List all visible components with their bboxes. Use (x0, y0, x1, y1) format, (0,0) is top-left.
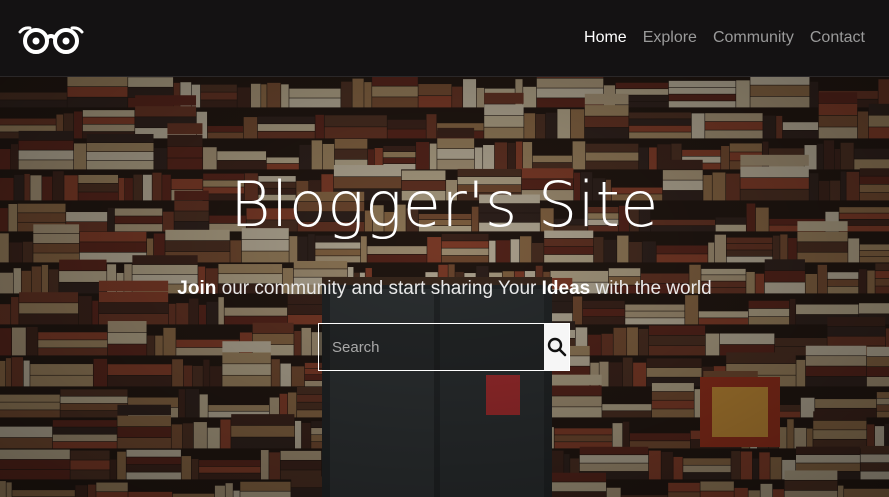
nav-community-link[interactable]: Community (713, 28, 794, 48)
search-button[interactable] (544, 324, 569, 370)
navbar: Home Explore Community Contact (0, 0, 889, 77)
subtitle-text-1: our community and start sharing Your (216, 278, 542, 299)
subtitle-ideas: Ideas (541, 278, 591, 299)
nav-explore-link[interactable]: Explore (643, 28, 697, 48)
search-bar (318, 323, 570, 371)
page-title: Blogger's Site (230, 168, 659, 241)
nav-contact-link[interactable]: Contact (810, 28, 865, 48)
hero-section: Blogger's Site Join our community and st… (0, 77, 889, 497)
search-icon (547, 337, 566, 357)
glasses-icon[interactable] (18, 23, 84, 55)
nav-home-link[interactable]: Home (584, 28, 627, 48)
nav-menu: Home Explore Community Contact (584, 28, 865, 48)
subtitle-text-2: with the world (590, 278, 712, 299)
search-input[interactable] (319, 324, 544, 370)
hero-subtitle: Join our community and start sharing You… (0, 277, 889, 301)
subtitle-join: Join (177, 278, 217, 299)
